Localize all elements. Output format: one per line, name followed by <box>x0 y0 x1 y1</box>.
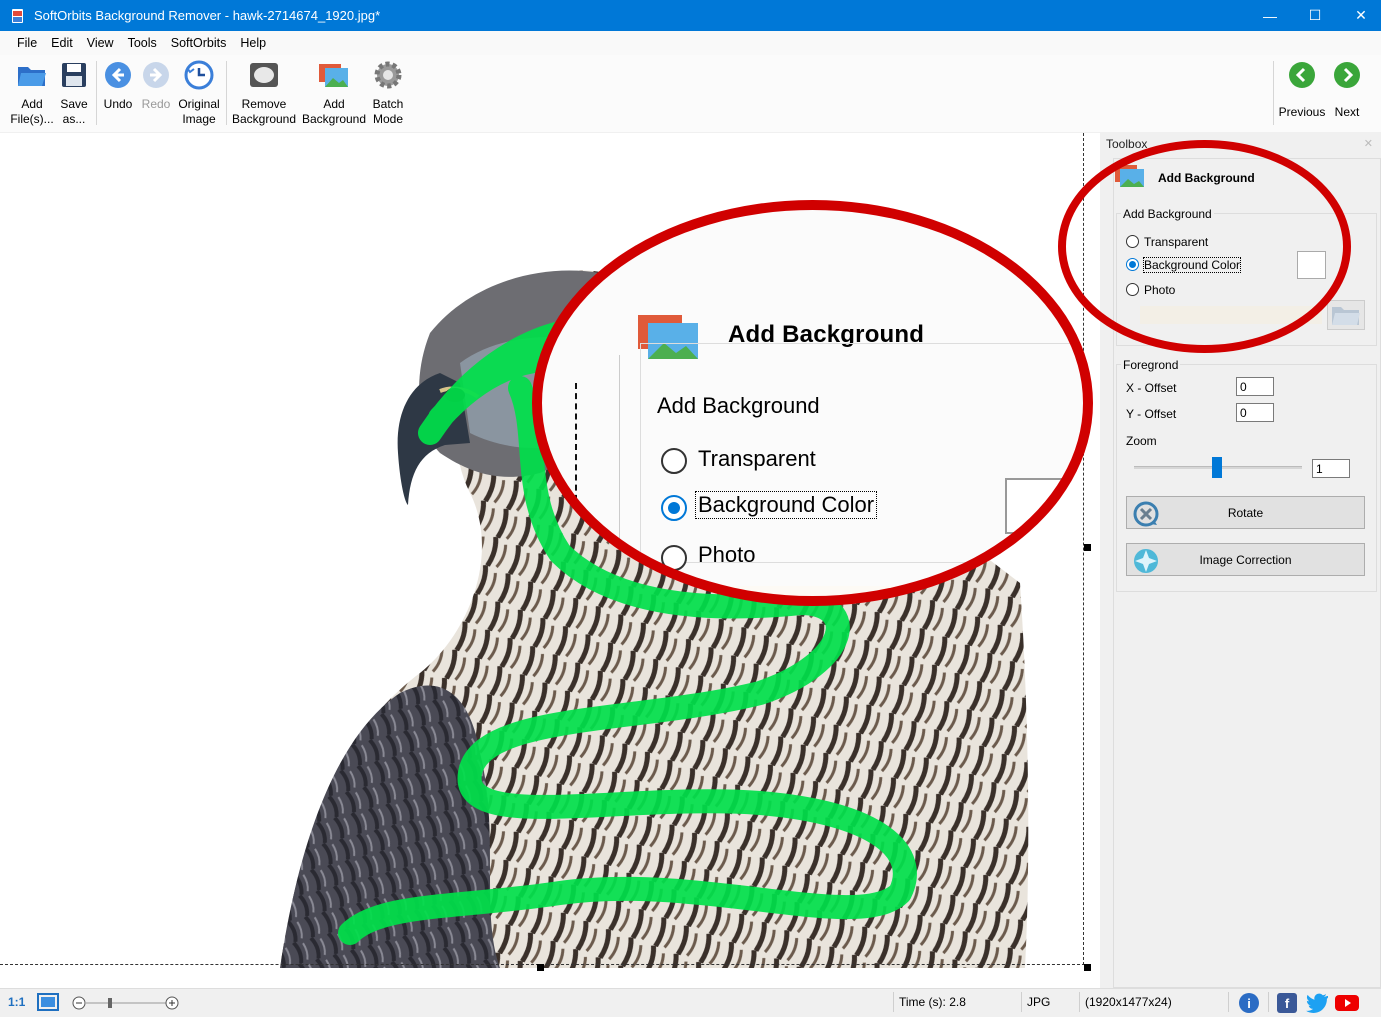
status-separator <box>1228 992 1229 1012</box>
youtube-icon[interactable] <box>1335 993 1359 1016</box>
x-offset-input[interactable] <box>1236 377 1274 396</box>
zoom-slider-thumb[interactable] <box>1212 457 1222 478</box>
redo-arrow-icon <box>140 59 172 91</box>
image-dimensions: (1920x1477x24) <box>1085 995 1172 1009</box>
toolbox-close-icon[interactable]: ✕ <box>1364 137 1373 150</box>
image-correction-button[interactable]: Image Correction <box>1126 543 1365 576</box>
remove-background-icon <box>248 59 280 91</box>
undo-button[interactable]: Undo <box>100 59 136 131</box>
redo-button[interactable]: Redo <box>138 59 174 131</box>
twitter-icon[interactable] <box>1306 993 1329 1016</box>
toolbar-separator <box>96 61 97 125</box>
gear-icon <box>372 59 404 91</box>
resize-handle[interactable] <box>1084 964 1091 971</box>
maximize-button[interactable]: ☐ <box>1292 0 1338 31</box>
folder-icon <box>1332 307 1360 325</box>
original-image-button[interactable]: Original Image <box>174 59 224 131</box>
y-offset-label: Y - Offset <box>1126 407 1177 421</box>
remove-background-button[interactable]: Remove Background <box>230 59 298 131</box>
browse-photo-button[interactable] <box>1327 300 1365 330</box>
x-offset-label: X - Offset <box>1126 381 1177 395</box>
zoom-value-input[interactable] <box>1312 459 1350 478</box>
menu-file[interactable]: File <box>10 36 44 50</box>
image-correction-icon <box>1134 549 1158 573</box>
next-button[interactable]: Next <box>1330 59 1364 131</box>
menu-view[interactable]: View <box>80 36 121 50</box>
floppy-disk-icon <box>58 59 90 91</box>
zoom-label: Zoom <box>1126 434 1157 448</box>
undo-arrow-icon <box>102 59 134 91</box>
toolbar-separator <box>226 61 227 125</box>
toolbar-separator <box>1273 61 1274 125</box>
status-separator <box>893 992 894 1012</box>
arrow-right-icon <box>1331 59 1363 91</box>
toolbox-header: Toolbox <box>1106 137 1148 151</box>
resize-handle[interactable] <box>537 964 544 971</box>
zoom-slider[interactable] <box>70 995 182 1014</box>
toolbox-highlight-ring <box>1058 140 1351 353</box>
callout-highlight-ring <box>532 200 1093 606</box>
facebook-icon[interactable]: f <box>1277 993 1297 1013</box>
image-format: JPG <box>1027 995 1051 1009</box>
image-canvas[interactable]: Add Background Add Background Transparen… <box>0 133 1100 988</box>
menu-edit[interactable]: Edit <box>44 36 80 50</box>
previous-button[interactable]: Previous <box>1276 59 1328 131</box>
minimize-button[interactable]: — <box>1247 0 1293 31</box>
processing-time: Time (s): 2.8 <box>899 995 966 1009</box>
foreground-group-label: Foregrond <box>1121 358 1181 372</box>
title-bar: SoftOrbits Background Remover - hawk-271… <box>0 0 1381 31</box>
menu-softorbits[interactable]: SoftOrbits <box>164 36 234 50</box>
status-separator <box>1268 992 1269 1012</box>
rotate-icon <box>1133 501 1159 527</box>
save-as-button[interactable]: Save as... <box>56 59 92 131</box>
close-button[interactable]: ✕ <box>1338 0 1381 31</box>
add-background-icon <box>318 59 350 91</box>
menu-tools[interactable]: Tools <box>121 36 164 50</box>
zoom-1to1-button[interactable]: 1:1 <box>8 995 25 1009</box>
fit-to-window-icon[interactable] <box>37 993 59 1014</box>
arrow-left-icon <box>1286 59 1318 91</box>
batch-mode-button[interactable]: Batch Mode <box>368 59 408 131</box>
app-window: SoftOrbits Background Remover - hawk-271… <box>0 0 1381 1017</box>
folder-open-icon <box>16 59 48 91</box>
status-bar: 1:1 Time (s): 2.8 JPG (1920x1477x24) i f <box>0 988 1381 1017</box>
status-separator <box>1021 992 1022 1012</box>
clock-history-icon <box>183 59 215 91</box>
toolbar: Add File(s)... Save as... Undo Redo Orig… <box>0 55 1381 185</box>
info-icon[interactable]: i <box>1239 993 1259 1013</box>
window-title: SoftOrbits Background Remover - hawk-271… <box>34 8 381 23</box>
app-icon <box>10 8 26 24</box>
add-files-button[interactable]: Add File(s)... <box>8 59 56 131</box>
status-separator <box>1079 992 1080 1012</box>
rotate-button[interactable]: Rotate <box>1126 496 1365 529</box>
add-background-button[interactable]: Add Background <box>300 59 368 131</box>
y-offset-input[interactable] <box>1236 403 1274 422</box>
menu-help[interactable]: Help <box>233 36 273 50</box>
menu-bar: File Edit View Tools SoftOrbits Help <box>0 31 1381 55</box>
